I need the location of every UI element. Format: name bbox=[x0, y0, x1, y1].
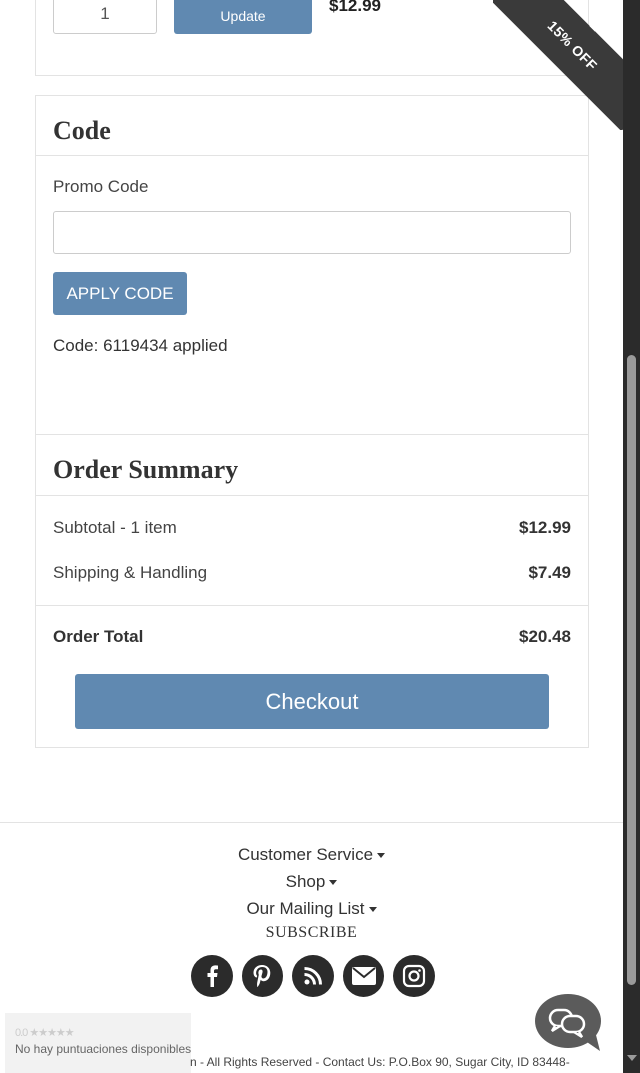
order-total-label: Order Total bbox=[53, 627, 144, 646]
code-section-title: Code bbox=[53, 116, 111, 145]
shipping-value: $7.49 bbox=[528, 563, 571, 582]
order-total-row: Order Total $20.48 bbox=[53, 627, 571, 647]
promo-code-input[interactable] bbox=[53, 211, 571, 254]
caret-down-icon bbox=[329, 880, 338, 886]
discount-ribbon: 15% OFF bbox=[493, 0, 623, 130]
instagram-icon[interactable] bbox=[393, 955, 435, 997]
rating-stars: 0.0 ★★★★★ bbox=[15, 1027, 75, 1039]
footer-link-customer-service[interactable]: Customer Service bbox=[0, 845, 623, 865]
cart-page: Update $12.99 Code Promo Code APPLY CODE… bbox=[0, 0, 623, 1073]
chat-button[interactable] bbox=[534, 994, 602, 1052]
copyright-text: n - All Rights Reserved - Contact Us: P.… bbox=[190, 1055, 570, 1069]
rss-icon[interactable] bbox=[292, 955, 334, 997]
checkout-button[interactable]: Checkout bbox=[75, 674, 549, 729]
shipping-row: Shipping & Handling $7.49 bbox=[53, 563, 571, 583]
apply-code-button[interactable]: APPLY CODE bbox=[53, 272, 187, 315]
rating-widget[interactable]: 0.0 ★★★★★ No hay puntuaciones disponible… bbox=[5, 1013, 191, 1073]
email-icon[interactable] bbox=[342, 955, 385, 997]
subtotal-row: Subtotal - 1 item $12.99 bbox=[53, 518, 571, 538]
item-price: $12.99 bbox=[329, 0, 381, 15]
footer-link-label: Customer Service bbox=[237, 845, 374, 864]
order-total-value: $20.48 bbox=[519, 627, 571, 646]
subtotal-value: $12.99 bbox=[519, 518, 571, 537]
rating-score: 0.0 bbox=[15, 1027, 28, 1039]
pinterest-icon[interactable] bbox=[241, 955, 284, 997]
footer-link-label: Our Mailing List bbox=[246, 899, 365, 918]
rating-text: No hay puntuaciones disponibles bbox=[15, 1042, 192, 1056]
update-button[interactable]: Update bbox=[174, 0, 312, 34]
footer-link-shop[interactable]: Shop bbox=[0, 872, 623, 892]
chat-icon bbox=[535, 994, 601, 1051]
quantity-input[interactable] bbox=[53, 0, 157, 34]
footer-divider bbox=[0, 822, 623, 823]
divider bbox=[36, 155, 588, 156]
applied-code-message: Code: 6119434 applied bbox=[53, 336, 228, 355]
divider bbox=[36, 434, 588, 435]
divider bbox=[36, 605, 588, 606]
caret-down-icon bbox=[368, 907, 377, 913]
checkout-panel: Code Promo Code APPLY CODE Code: 6119434… bbox=[35, 95, 589, 748]
facebook-icon[interactable] bbox=[191, 955, 233, 997]
scrollbar-thumb[interactable] bbox=[627, 355, 636, 985]
caret-down-icon bbox=[377, 853, 386, 859]
promo-code-label: Promo Code bbox=[53, 177, 149, 196]
shipping-label: Shipping & Handling bbox=[53, 563, 208, 582]
footer-link-mailing-list[interactable]: Our Mailing List bbox=[0, 899, 623, 919]
divider bbox=[36, 495, 588, 496]
scroll-down-icon[interactable] bbox=[627, 1055, 637, 1061]
subtotal-label: Subtotal - 1 item bbox=[53, 518, 177, 537]
scrollbar[interactable] bbox=[623, 0, 640, 1073]
social-links bbox=[191, 955, 435, 997]
footer-link-label: Shop bbox=[285, 872, 326, 891]
subscribe-link[interactable]: SUBSCRIBE bbox=[0, 924, 623, 942]
order-summary-title: Order Summary bbox=[53, 455, 239, 484]
discount-ribbon-label: 15% OFF bbox=[493, 0, 623, 130]
